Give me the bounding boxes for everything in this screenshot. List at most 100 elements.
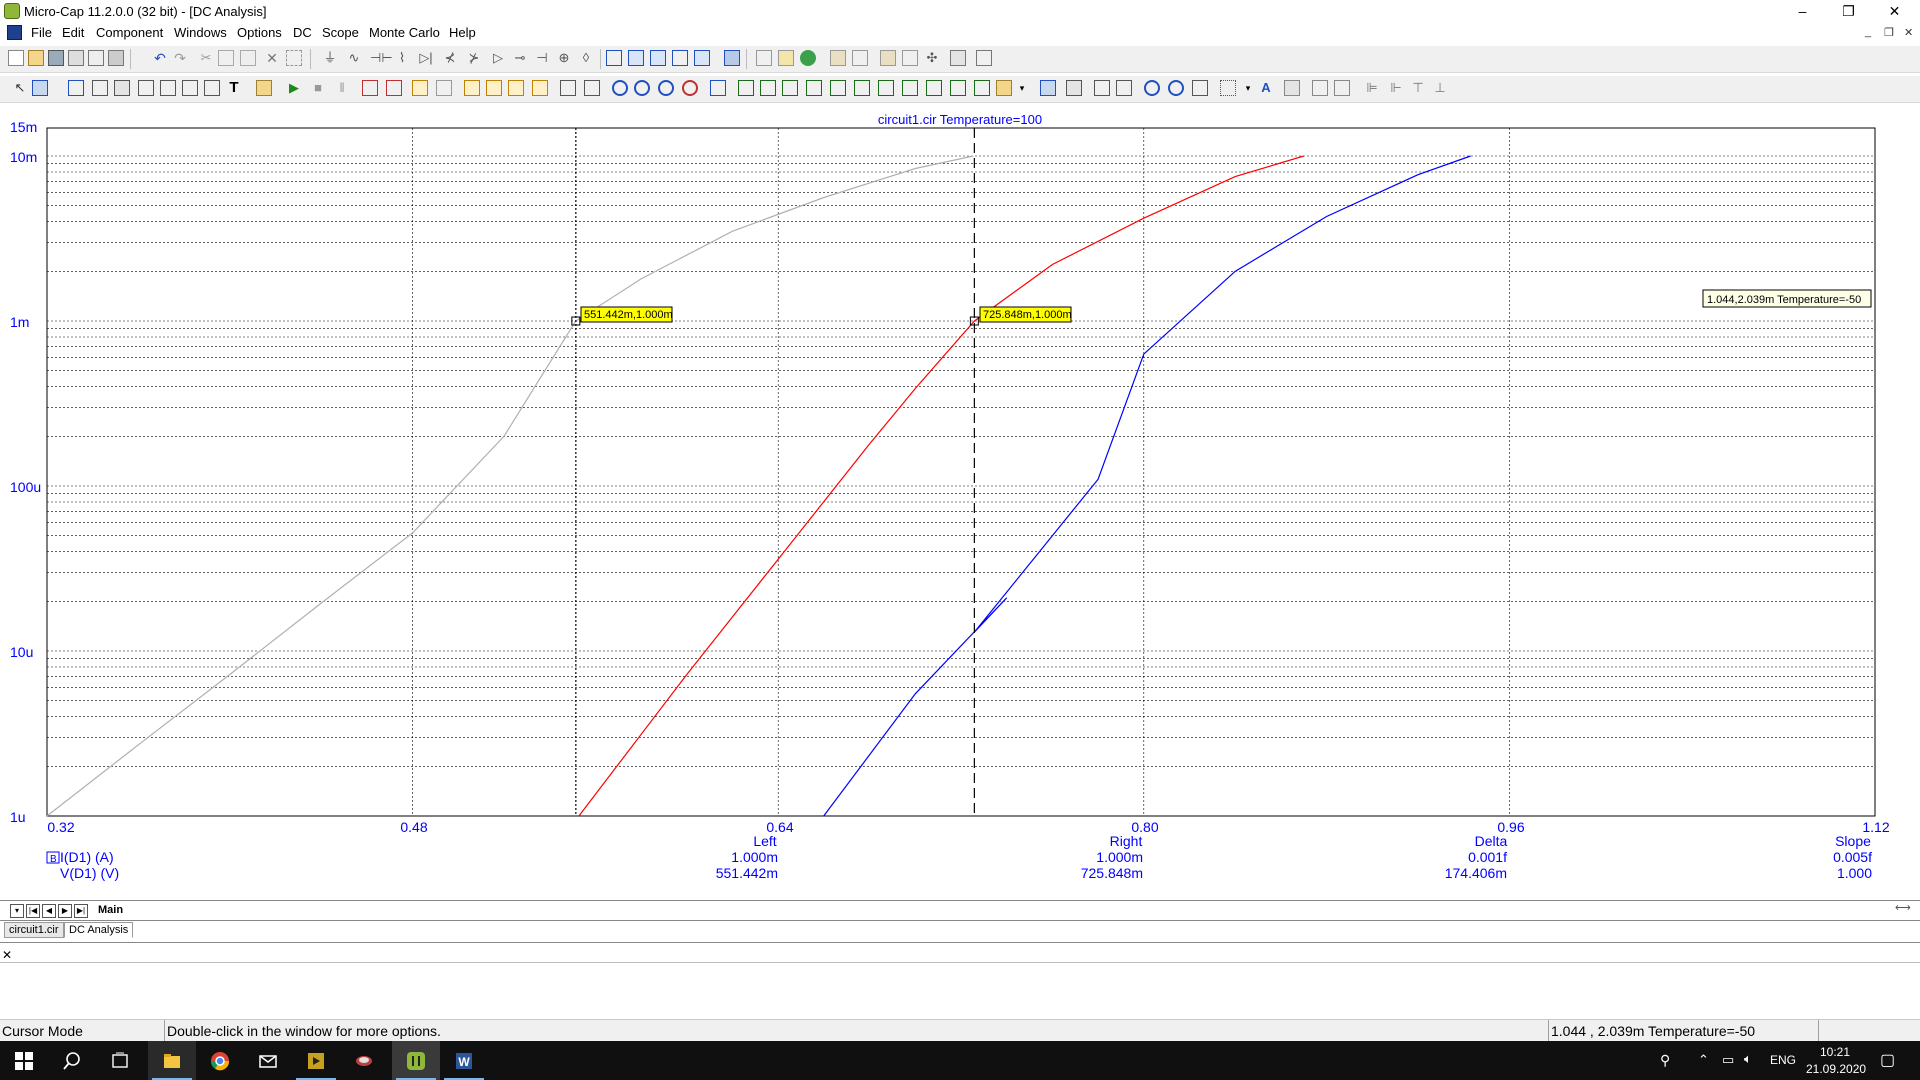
mdi-restore-button[interactable]: ❐ bbox=[1884, 26, 1894, 39]
menu-scope[interactable]: Scope bbox=[322, 25, 359, 40]
opamp-icon[interactable]: ▷ bbox=[490, 50, 506, 66]
maximize-button[interactable]: ❐ bbox=[1826, 0, 1871, 22]
diode-icon[interactable]: ▷| bbox=[418, 50, 434, 66]
capacitor-icon[interactable]: ⊣⊢ bbox=[370, 50, 393, 66]
grid-dots-icon[interactable] bbox=[1220, 80, 1236, 96]
cursor-icon-2[interactable] bbox=[486, 80, 502, 96]
close-button[interactable]: ✕ bbox=[1872, 0, 1917, 22]
close-panel-icon[interactable]: ✕ bbox=[2, 948, 12, 962]
paste-icon[interactable] bbox=[240, 50, 256, 66]
global-high-icon[interactable] bbox=[830, 80, 846, 96]
cursor-icon-3[interactable] bbox=[508, 80, 524, 96]
menu-dc[interactable]: DC bbox=[293, 25, 312, 40]
mdi-minimize-button[interactable]: _ bbox=[1865, 26, 1871, 38]
select-mode-icon[interactable]: ↖ bbox=[12, 80, 28, 96]
battery-icon[interactable]: ⊣ bbox=[534, 50, 550, 66]
taskbar-micro-cap[interactable] bbox=[392, 1041, 440, 1080]
save-icon[interactable] bbox=[48, 50, 64, 66]
properties-icon[interactable] bbox=[880, 50, 896, 66]
cascade-windows-icon[interactable] bbox=[606, 50, 622, 66]
mdi-close-button[interactable]: ✕ bbox=[1904, 26, 1913, 39]
cursor-icon-1[interactable] bbox=[464, 80, 480, 96]
valley-icon[interactable] bbox=[634, 80, 650, 96]
graph-properties-icon[interactable] bbox=[32, 80, 48, 96]
top-icon[interactable] bbox=[950, 80, 966, 96]
auto-scale-icon[interactable] bbox=[1192, 80, 1208, 96]
prev-page-icon[interactable]: ◀ bbox=[42, 904, 56, 918]
taskbar-mail[interactable] bbox=[244, 1041, 292, 1080]
taskbar-chrome[interactable] bbox=[196, 1041, 244, 1080]
tile-horizontal-icon[interactable] bbox=[650, 50, 666, 66]
bjt-icon[interactable]: ⊁ bbox=[466, 50, 482, 66]
switch-icon[interactable]: ⊸ bbox=[512, 50, 528, 66]
peak-icon[interactable] bbox=[612, 80, 628, 96]
language-indicator[interactable]: ENG bbox=[1770, 1053, 1796, 1067]
network-icon[interactable]: ▭ bbox=[1722, 1052, 1734, 1068]
open-folder-icon[interactable] bbox=[28, 50, 44, 66]
ungroup-icon[interactable] bbox=[1334, 80, 1350, 96]
start-button[interactable] bbox=[0, 1041, 48, 1080]
undo-icon[interactable]: ↶ bbox=[152, 50, 168, 66]
transistor-icon[interactable]: ⊀ bbox=[442, 50, 458, 66]
next-valley-icon[interactable] bbox=[760, 80, 776, 96]
vertical-axis-icon[interactable] bbox=[584, 80, 600, 96]
plot-area[interactable]: circuit1.cir Temperature=100 15m 10m 1m … bbox=[0, 104, 1920, 900]
taskbar-file-explorer[interactable] bbox=[148, 1041, 196, 1080]
align-bottom-icon[interactable]: ⊥ bbox=[1432, 80, 1448, 96]
next-slope-icon[interactable] bbox=[782, 80, 798, 96]
scale-x-icon[interactable] bbox=[1094, 80, 1110, 96]
globe-icon[interactable] bbox=[800, 50, 816, 66]
cut-icon[interactable]: ✂ bbox=[198, 50, 214, 66]
voltage-source-icon[interactable]: ⊕ bbox=[556, 50, 572, 66]
current-source-icon[interactable]: ◊ bbox=[578, 50, 594, 66]
inductor-icon[interactable]: ⌇ bbox=[394, 50, 410, 66]
menu-file[interactable]: File bbox=[31, 25, 52, 40]
cursor-icon-4[interactable] bbox=[532, 80, 548, 96]
zoom-box-icon[interactable] bbox=[412, 80, 428, 96]
preview-icon[interactable] bbox=[68, 80, 84, 96]
model-icon[interactable] bbox=[830, 50, 846, 66]
tab-main[interactable]: Main bbox=[98, 904, 123, 916]
data-points-icon[interactable] bbox=[92, 80, 108, 96]
clock-date[interactable]: 21.09.2020 bbox=[1806, 1062, 1866, 1076]
pause-icon[interactable]: ‖ bbox=[334, 80, 350, 96]
run-icon[interactable]: ▶ bbox=[286, 80, 302, 96]
global-low-icon[interactable] bbox=[854, 80, 870, 96]
print-icon[interactable] bbox=[108, 50, 124, 66]
tab-dc-analysis[interactable]: DC Analysis bbox=[64, 922, 134, 938]
volume-icon[interactable]: 🔈︎ bbox=[1744, 1051, 1752, 1067]
grid-icon[interactable] bbox=[436, 80, 452, 96]
ruler-icon[interactable] bbox=[160, 80, 176, 96]
slope-icon[interactable] bbox=[974, 80, 990, 96]
local-low-icon[interactable] bbox=[902, 80, 918, 96]
high-icon[interactable] bbox=[658, 80, 674, 96]
export-icon[interactable] bbox=[1284, 80, 1300, 96]
font-icon[interactable]: A bbox=[1258, 80, 1274, 96]
chevron-up-icon[interactable]: ⌃ bbox=[1698, 1052, 1709, 1068]
window-full-icon[interactable] bbox=[694, 50, 710, 66]
stop-icon[interactable]: ■ bbox=[310, 80, 326, 96]
component-library-icon[interactable] bbox=[778, 50, 794, 66]
menu-options[interactable]: Options bbox=[237, 25, 282, 40]
stepping-icon[interactable] bbox=[386, 80, 402, 96]
group-icon[interactable] bbox=[1312, 80, 1328, 96]
menu-help[interactable]: Help bbox=[449, 25, 476, 40]
chevron-down-icon[interactable]: ▾ bbox=[1014, 80, 1030, 96]
palette-dropdown-icon[interactable] bbox=[996, 80, 1012, 96]
search-button[interactable] bbox=[48, 1041, 96, 1080]
text-tool-icon[interactable]: T bbox=[226, 80, 242, 96]
taskbar-app-fish[interactable] bbox=[340, 1041, 388, 1080]
low-icon[interactable] bbox=[682, 80, 698, 96]
tile-vertical-icon[interactable] bbox=[628, 50, 644, 66]
menu-component[interactable]: Component bbox=[96, 25, 163, 40]
analysis-info-icon[interactable] bbox=[256, 80, 272, 96]
scale-y-icon[interactable] bbox=[1116, 80, 1132, 96]
minimize-button[interactable]: – bbox=[1780, 0, 1825, 22]
vertical-tag-icon[interactable] bbox=[204, 80, 220, 96]
align-right-icon[interactable]: ⊩ bbox=[1388, 80, 1404, 96]
page-dropdown-icon[interactable]: ▾ bbox=[10, 904, 24, 918]
find-value-icon[interactable] bbox=[710, 80, 726, 96]
copy-icon[interactable] bbox=[218, 50, 234, 66]
tab-circuit1-cir[interactable]: circuit1.cir bbox=[4, 922, 64, 938]
page-icon[interactable] bbox=[756, 50, 772, 66]
